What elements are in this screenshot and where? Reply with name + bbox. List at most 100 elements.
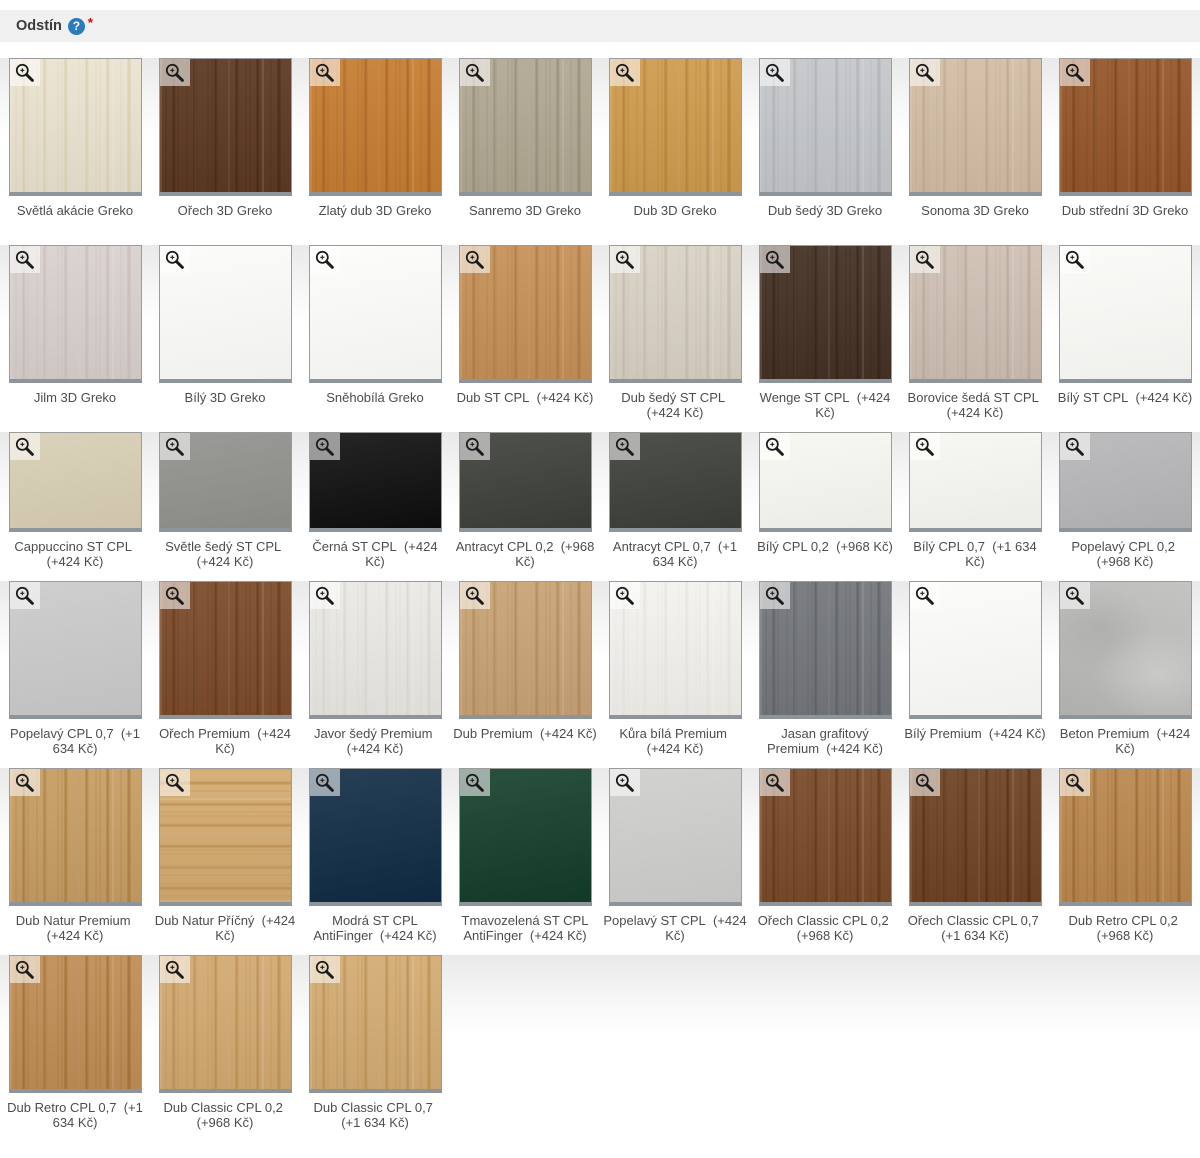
magnifier-icon <box>464 62 485 83</box>
zoom-button[interactable] <box>160 582 190 609</box>
zoom-button[interactable] <box>10 59 40 86</box>
swatch-tile[interactable] <box>309 955 442 1093</box>
swatch-label: Dub ST CPL (+424 Kč) <box>454 390 597 420</box>
zoom-button[interactable] <box>310 582 340 609</box>
zoom-button[interactable] <box>610 59 640 86</box>
swatch-tile[interactable] <box>759 768 892 906</box>
swatch-tile[interactable] <box>759 245 892 383</box>
help-icon[interactable]: ? <box>68 18 85 35</box>
swatch-row: Jilm 3D GrekoBílý 3D GrekoSněhobílá Grek… <box>0 245 1200 420</box>
zoom-button[interactable] <box>310 59 340 86</box>
zoom-button[interactable] <box>160 433 190 460</box>
swatch-tile[interactable] <box>1059 581 1192 719</box>
swatch-tile[interactable] <box>309 245 442 383</box>
swatch-tile[interactable] <box>609 432 742 532</box>
zoom-button[interactable] <box>910 769 940 796</box>
swatch-tile[interactable] <box>759 432 892 532</box>
swatch-tile[interactable] <box>1059 58 1192 196</box>
zoom-button[interactable] <box>310 956 340 983</box>
zoom-button[interactable] <box>610 582 640 609</box>
zoom-button[interactable] <box>160 59 190 86</box>
zoom-button[interactable] <box>310 769 340 796</box>
swatch-cell: Ořech Premium (+424 Kč) <box>150 581 300 756</box>
zoom-button[interactable] <box>910 59 940 86</box>
zoom-button[interactable] <box>910 246 940 273</box>
swatch-tile[interactable] <box>9 245 142 383</box>
swatch-tile[interactable] <box>159 58 292 196</box>
swatch-tile[interactable] <box>9 768 142 906</box>
swatch-tile[interactable] <box>309 581 442 719</box>
magnifier-icon <box>1064 772 1085 793</box>
swatch-label: Dub 3D Greko <box>630 203 719 233</box>
swatch-tile[interactable] <box>159 581 292 719</box>
zoom-button[interactable] <box>1060 433 1090 460</box>
zoom-button[interactable] <box>610 433 640 460</box>
zoom-button[interactable] <box>460 59 490 86</box>
zoom-button[interactable] <box>760 59 790 86</box>
swatch-tile[interactable] <box>459 58 592 196</box>
zoom-button[interactable] <box>1060 246 1090 273</box>
swatch-tile[interactable] <box>9 955 142 1093</box>
zoom-button[interactable] <box>310 433 340 460</box>
swatch-tile[interactable] <box>159 955 292 1093</box>
swatch-tile[interactable] <box>909 581 1042 719</box>
zoom-button[interactable] <box>760 582 790 609</box>
zoom-button[interactable] <box>760 769 790 796</box>
swatch-cell: Světle šedý ST CPL (+424 Kč) <box>150 432 300 569</box>
swatch-tile[interactable] <box>9 432 142 532</box>
swatch-tile[interactable] <box>459 245 592 383</box>
swatch-tile[interactable] <box>159 432 292 532</box>
swatch-tile[interactable] <box>459 581 592 719</box>
zoom-button[interactable] <box>460 246 490 273</box>
swatch-tile[interactable] <box>609 581 742 719</box>
swatch-tile[interactable] <box>909 245 1042 383</box>
zoom-button[interactable] <box>460 769 490 796</box>
swatch-tile[interactable] <box>1059 432 1192 532</box>
zoom-button[interactable] <box>610 769 640 796</box>
swatch-cell: Antracyt CPL 0,2 (+968 Kč) <box>450 432 600 569</box>
swatch-cell: Dub střední 3D Greko <box>1050 58 1200 233</box>
zoom-button[interactable] <box>610 246 640 273</box>
swatch-tile[interactable] <box>909 768 1042 906</box>
swatch-tile[interactable] <box>159 245 292 383</box>
zoom-button[interactable] <box>760 433 790 460</box>
zoom-button[interactable] <box>160 246 190 273</box>
swatch-tile[interactable] <box>1059 768 1192 906</box>
zoom-button[interactable] <box>160 956 190 983</box>
zoom-button[interactable] <box>10 246 40 273</box>
swatch-cell: Sanremo 3D Greko <box>450 58 600 233</box>
zoom-button[interactable] <box>1060 582 1090 609</box>
swatch-tile[interactable] <box>9 581 142 719</box>
zoom-button[interactable] <box>1060 59 1090 86</box>
swatch-tile[interactable] <box>909 432 1042 532</box>
magnifier-icon <box>164 959 185 980</box>
magnifier-icon <box>614 249 635 270</box>
zoom-button[interactable] <box>10 433 40 460</box>
swatch-tile[interactable] <box>609 768 742 906</box>
zoom-button[interactable] <box>10 956 40 983</box>
zoom-button[interactable] <box>160 769 190 796</box>
swatch-tile[interactable] <box>9 58 142 196</box>
zoom-button[interactable] <box>310 246 340 273</box>
swatch-tile[interactable] <box>909 58 1042 196</box>
zoom-button[interactable] <box>760 246 790 273</box>
swatch-tile[interactable] <box>759 581 892 719</box>
swatch-tile[interactable] <box>459 768 592 906</box>
swatch-label: Antracyt CPL 0,7 (+1 634 Kč) <box>600 539 750 569</box>
swatch-tile[interactable] <box>309 58 442 196</box>
zoom-button[interactable] <box>10 769 40 796</box>
zoom-button[interactable] <box>460 433 490 460</box>
zoom-button[interactable] <box>910 433 940 460</box>
swatch-tile[interactable] <box>1059 245 1192 383</box>
swatch-tile[interactable] <box>159 768 292 906</box>
zoom-button[interactable] <box>460 582 490 609</box>
swatch-tile[interactable] <box>309 432 442 532</box>
swatch-tile[interactable] <box>459 432 592 532</box>
zoom-button[interactable] <box>10 582 40 609</box>
swatch-tile[interactable] <box>759 58 892 196</box>
swatch-tile[interactable] <box>309 768 442 906</box>
zoom-button[interactable] <box>1060 769 1090 796</box>
zoom-button[interactable] <box>910 582 940 609</box>
swatch-tile[interactable] <box>609 58 742 196</box>
swatch-tile[interactable] <box>609 245 742 383</box>
